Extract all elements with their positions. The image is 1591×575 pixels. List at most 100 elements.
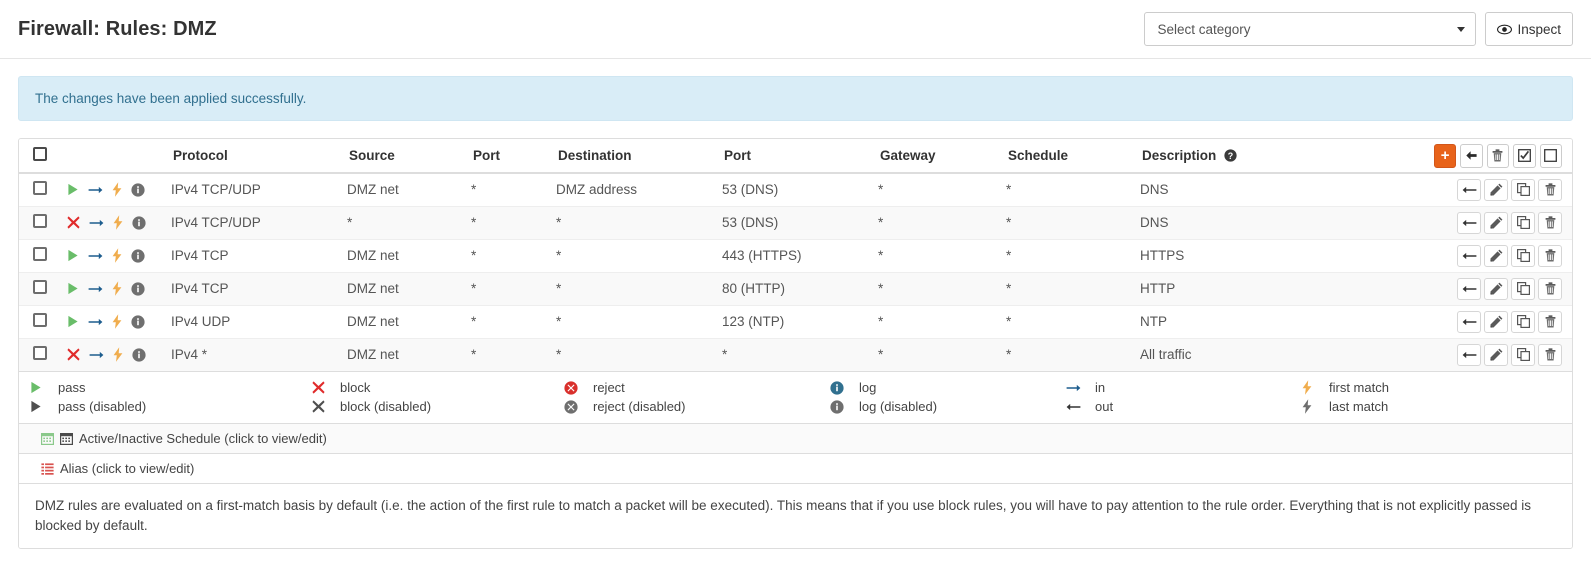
move-rule-button[interactable] (1457, 310, 1481, 333)
grey-info-circle-icon (820, 399, 854, 414)
row-checkbox[interactable] (33, 247, 47, 261)
cell-row-actions (1434, 206, 1572, 239)
select-category-value: Select category (1157, 21, 1251, 37)
cell-dest-port: 53 (DNS) (722, 215, 779, 230)
move-rule-button[interactable] (1457, 178, 1481, 201)
copy-rule-button[interactable] (1511, 178, 1535, 201)
cell-schedule: * (1006, 182, 1012, 198)
row-checkbox[interactable] (33, 313, 47, 327)
rule-log-icon[interactable] (131, 183, 145, 197)
select-all-button[interactable] (1513, 143, 1536, 168)
legend-alias-row[interactable]: Alias (click to view/edit) (19, 453, 1572, 483)
question-circle-icon[interactable]: ? (1224, 149, 1237, 162)
legend-item-label: out (1095, 399, 1114, 414)
svg-text:?: ? (1228, 151, 1233, 161)
row-checkbox[interactable] (33, 181, 47, 196)
rules-panel-container: Protocol Source Port Destination Port Ga… (0, 121, 1591, 550)
cell-description: HTTPS (1140, 248, 1185, 263)
cell-destination: * (556, 281, 562, 296)
row-select-cell (19, 272, 63, 305)
row-checkbox[interactable] (33, 346, 47, 361)
edit-rule-button[interactable] (1484, 211, 1508, 234)
copy-rule-button[interactable] (1511, 211, 1535, 234)
rule-log-icon[interactable] (132, 215, 146, 230)
delete-rule-button[interactable] (1538, 310, 1562, 333)
rule-log-icon[interactable] (131, 281, 145, 296)
copy-rule-button[interactable] (1511, 343, 1535, 366)
deselect-all-button[interactable] (1539, 143, 1562, 168)
cell-row-actions (1434, 239, 1572, 272)
table-row[interactable]: IPv4 TCP/UDP DMZ net * DMZ address 53 (DNS) *… (19, 173, 1572, 206)
move-rule-button[interactable] (1457, 244, 1481, 267)
cell-row-actions (1434, 272, 1572, 305)
cell-protocol: IPv4 TCP/UDP (171, 215, 261, 230)
move-rule-button[interactable] (1457, 211, 1481, 234)
move-rule-button[interactable] (1457, 277, 1481, 300)
edit-rule-button[interactable] (1484, 343, 1508, 366)
delete-rule-button[interactable] (1538, 343, 1562, 366)
legend-item-label: last match (1329, 399, 1389, 414)
rule-log-icon[interactable] (131, 314, 145, 329)
cell-row-actions (1434, 338, 1572, 371)
cell-source-port: * (471, 248, 477, 263)
rule-log-icon[interactable] (132, 348, 146, 362)
legend-grid: pass block reject log in first match pass (dis… (19, 380, 1572, 414)
cell-destination: * (556, 314, 562, 329)
edit-rule-button[interactable] (1484, 244, 1508, 267)
rule-action-icon[interactable] (67, 216, 80, 229)
legend-item-label: reject (593, 380, 625, 395)
green-play-icon (19, 381, 53, 394)
rule-action-icon[interactable] (67, 249, 79, 262)
row-checkbox[interactable] (33, 214, 47, 228)
rule-direction-icon (88, 284, 103, 294)
table-row[interactable]: IPv4 TCP/UDP * * * 53 (DNS) * * DNS (19, 206, 1572, 239)
firewall-rules-table: Protocol Source Port Destination Port Ga… (19, 139, 1572, 371)
delete-rule-button[interactable] (1538, 211, 1562, 234)
cell-destination: DMZ address (556, 182, 638, 198)
inspect-button[interactable]: Inspect (1485, 12, 1573, 46)
legend-item: log (820, 380, 1056, 395)
legend-item-label: block (disabled) (340, 399, 432, 414)
move-rule-button[interactable] (1457, 343, 1481, 366)
delete-rule-button[interactable] (1538, 277, 1562, 300)
table-row[interactable]: IPv4 TCP DMZ net * * 443 (HTTPS) * * HTTPS (19, 239, 1572, 272)
copy-rule-button[interactable] (1511, 277, 1535, 300)
table-row[interactable]: IPv4 * DMZ net * * * * * All traffic (19, 338, 1572, 371)
delete-rule-button[interactable] (1538, 244, 1562, 267)
select-all-checkbox[interactable] (33, 147, 47, 161)
cell-protocol: IPv4 TCP (171, 281, 229, 296)
rule-action-icon[interactable] (67, 348, 80, 361)
cell-source: DMZ net (347, 248, 399, 263)
move-selected-button[interactable] (1460, 143, 1483, 168)
cell-destination: * (556, 215, 562, 230)
rule-action-icon[interactable] (67, 282, 79, 295)
edit-rule-button[interactable] (1484, 310, 1508, 333)
rule-log-icon[interactable] (131, 248, 145, 263)
legend-item: reject (554, 380, 820, 395)
rule-action-icon[interactable] (67, 183, 79, 196)
rule-action-icon[interactable] (67, 315, 79, 328)
delete-selected-button[interactable] (1486, 143, 1510, 168)
row-checkbox[interactable] (33, 280, 47, 294)
empty-box-icon (1544, 149, 1558, 162)
table-row[interactable]: IPv4 UDP DMZ net * * 123 (NTP) * * NTP (19, 305, 1572, 338)
delete-rule-button[interactable] (1538, 178, 1562, 201)
cell-gateway: * (878, 215, 884, 230)
edit-rule-button[interactable] (1484, 178, 1508, 201)
table-header-row: Protocol Source Port Destination Port Ga… (19, 139, 1572, 174)
table-row[interactable]: IPv4 TCP DMZ net * * 80 (HTTP) * * HTTP (19, 272, 1572, 305)
header-destination: Destination (556, 139, 722, 174)
header-source-port: Port (471, 139, 556, 174)
cell-source: * (347, 215, 353, 230)
rule-direction-icon (88, 251, 103, 261)
add-rule-button[interactable]: + (1433, 143, 1457, 168)
header-dest-port: Port (722, 139, 878, 174)
cell-schedule: * (1006, 248, 1012, 263)
legend-schedule-row[interactable]: Active/Inactive Schedule (click to view/… (19, 423, 1572, 453)
copy-rule-button[interactable] (1511, 310, 1535, 333)
plus-icon: + (1440, 147, 1450, 164)
select-category-dropdown[interactable]: Select category (1144, 12, 1477, 46)
edit-rule-button[interactable] (1484, 277, 1508, 300)
cell-destination: * (556, 248, 562, 263)
copy-rule-button[interactable] (1511, 244, 1535, 267)
